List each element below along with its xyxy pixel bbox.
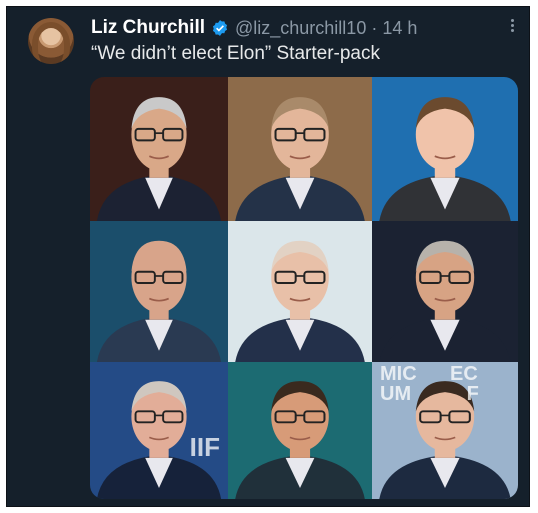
author-name[interactable]: Liz Churchill bbox=[91, 17, 205, 39]
timestamp[interactable]: 14 h bbox=[382, 18, 417, 39]
media-photo-5[interactable] bbox=[228, 221, 372, 362]
tweet-header: Liz Churchill @liz_churchill10 · 14 h bbox=[91, 15, 517, 41]
background-sign-text: IIF bbox=[189, 432, 220, 462]
media-photo-2[interactable] bbox=[228, 77, 372, 221]
media-grid[interactable]: IIF MIC EC UM F bbox=[90, 77, 518, 499]
media-photo-8[interactable] bbox=[228, 362, 372, 499]
verified-badge-icon bbox=[212, 20, 228, 36]
media-photo-4[interactable] bbox=[90, 221, 228, 362]
separator-dot: · bbox=[371, 17, 378, 38]
media-photo-9[interactable]: MIC EC UM F bbox=[372, 362, 518, 499]
avatar[interactable] bbox=[28, 18, 74, 64]
media-photo-7[interactable]: IIF bbox=[90, 362, 228, 499]
author-handle[interactable]: @liz_churchill10 bbox=[235, 18, 366, 39]
media-photo-3[interactable] bbox=[372, 77, 518, 221]
media-photo-6[interactable] bbox=[372, 221, 518, 362]
background-banner-text: MIC EC UM F bbox=[380, 363, 479, 405]
more-options-icon[interactable] bbox=[509, 17, 515, 35]
tweet-card[interactable]: Liz Churchill @liz_churchill10 · 14 h “W… bbox=[6, 6, 530, 507]
media-photo-1[interactable] bbox=[90, 77, 228, 221]
tweet-text: “We didn’t elect Elon” Starter-pack bbox=[91, 43, 380, 64]
